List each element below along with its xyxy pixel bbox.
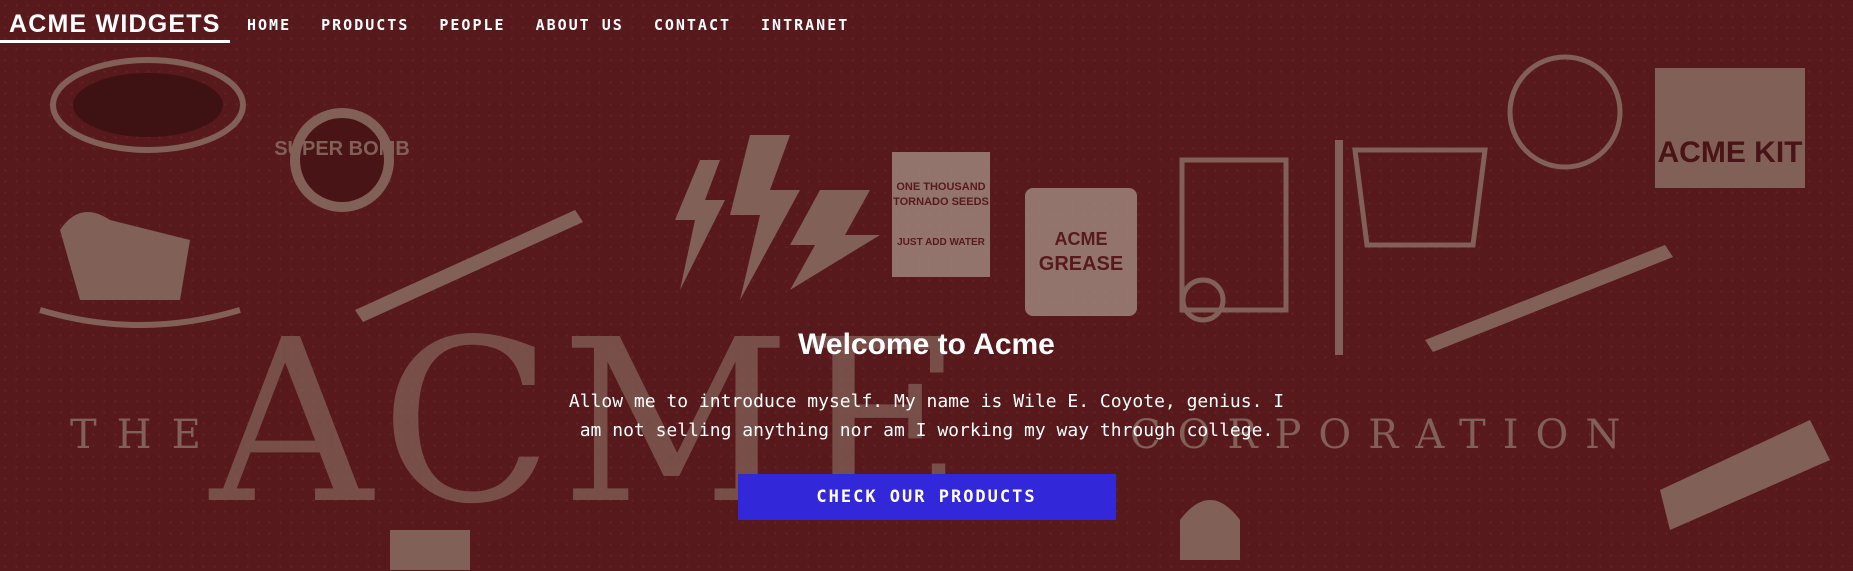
hero-section: Welcome to Acme Allow me to introduce my… xyxy=(0,325,1853,520)
hero-title: Welcome to Acme xyxy=(798,328,1055,361)
nav-contact[interactable]: CONTACT xyxy=(654,16,731,34)
hero-description: Allow me to introduce myself. My name is… xyxy=(568,391,1285,441)
top-navbar: ACME WIDGETS HOME PRODUCTS PEOPLE ABOUT … xyxy=(0,0,900,48)
nav-products[interactable]: PRODUCTS xyxy=(321,16,409,34)
nav-home[interactable]: HOME xyxy=(247,16,291,34)
nav-menu: HOME PRODUCTS PEOPLE ABOUT US CONTACT IN… xyxy=(247,16,879,34)
check-products-button[interactable]: CHECK OUR PRODUCTS xyxy=(737,474,1116,520)
nav-about-us[interactable]: ABOUT US xyxy=(536,16,624,34)
nav-intranet[interactable]: INTRANET xyxy=(761,16,849,34)
brand-logo[interactable]: ACME WIDGETS xyxy=(0,8,230,43)
nav-people[interactable]: PEOPLE xyxy=(439,16,505,34)
